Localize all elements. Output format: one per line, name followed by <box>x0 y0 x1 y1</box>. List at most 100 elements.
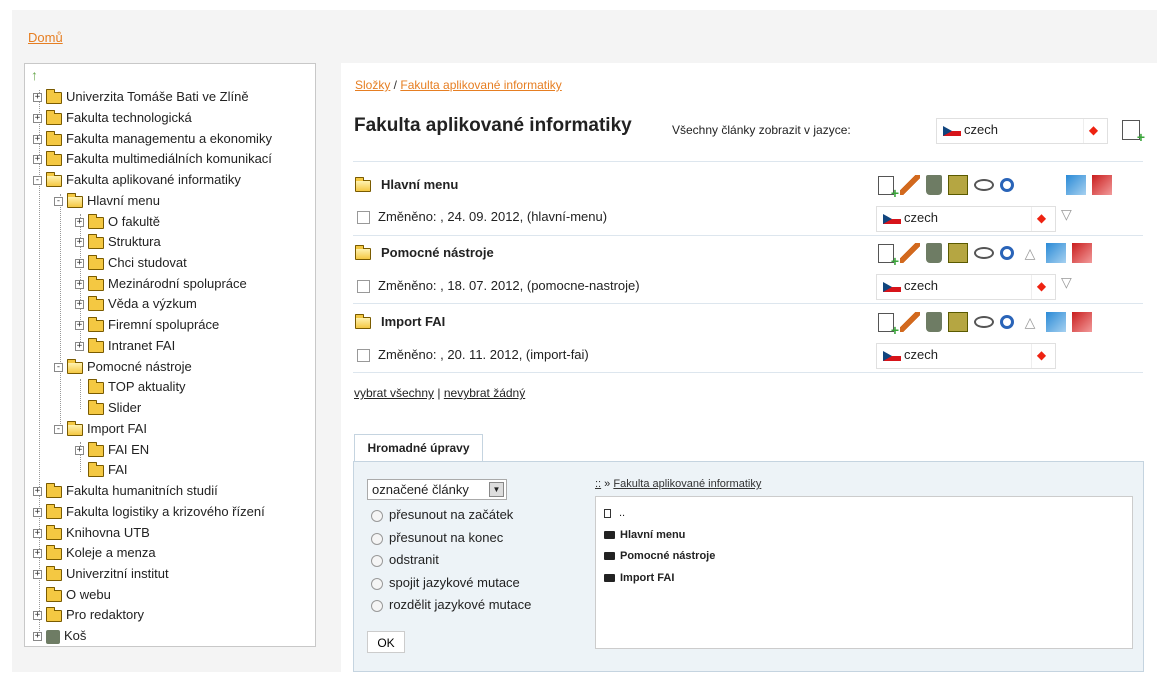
target-folder-item[interactable]: Hlavní menu <box>604 529 685 541</box>
article-language-select[interactable]: czech ◆ <box>876 206 1056 232</box>
tree-item[interactable]: + Koleje a menza <box>33 543 156 563</box>
tree-item-label[interactable]: Slider <box>108 400 141 415</box>
section-title[interactable]: Import FAI <box>355 313 445 329</box>
article-checkbox[interactable] <box>357 280 370 294</box>
collapse-toggle-icon[interactable]: - <box>33 176 42 186</box>
radio-button[interactable] <box>371 509 383 522</box>
tree-item[interactable]: + Věda a výzkum <box>75 294 197 314</box>
move-up-icon[interactable]: △ <box>1020 243 1040 263</box>
breadcrumb-folders-link[interactable]: Složky <box>355 78 390 92</box>
remove-icon[interactable] <box>1092 175 1112 195</box>
tree-item[interactable]: Slider <box>75 398 141 418</box>
expand-toggle-icon[interactable]: + <box>33 529 42 539</box>
radio-button[interactable] <box>371 554 383 567</box>
select-none-link[interactable]: nevybrat žádný <box>444 386 525 400</box>
view-eye-icon[interactable] <box>974 316 994 328</box>
expand-toggle-icon[interactable]: + <box>33 632 42 642</box>
target-folder-item[interactable]: Pomocné nástroje <box>604 550 715 562</box>
tree-item-label[interactable]: Věda a výzkum <box>108 296 197 311</box>
tree-item[interactable]: + Chci studovat <box>75 253 187 273</box>
target-parent-item[interactable]: .. <box>604 507 625 519</box>
target-item-label[interactable]: .. <box>619 507 625 519</box>
expand-toggle-icon[interactable]: + <box>33 93 42 103</box>
tree-item-label[interactable]: Koš <box>64 628 86 643</box>
dropdown-arrow-icon[interactable]: ◆ <box>1031 207 1051 231</box>
home-link[interactable]: Domů <box>28 30 63 45</box>
edit-pencil-icon[interactable] <box>900 175 920 195</box>
expand-toggle-icon[interactable]: + <box>75 300 84 310</box>
bulk-option[interactable]: spojit jazykové mutace <box>371 575 520 590</box>
dropdown-arrow-icon[interactable]: ◆ <box>1031 344 1051 368</box>
tree-item-label[interactable]: Fakulta humanitních studií <box>66 483 218 498</box>
expand-toggle-icon[interactable]: + <box>33 611 42 621</box>
tree-item[interactable]: + Pro redaktory <box>33 605 144 625</box>
view-eye-icon[interactable] <box>974 179 994 191</box>
tree-item-label[interactable]: Univerzita Tomáše Bati ve Zlíně <box>66 89 249 104</box>
expand-toggle-icon[interactable]: + <box>33 114 42 124</box>
tree-item[interactable]: + Fakulta managementu a ekonomiky <box>33 129 272 149</box>
tree-item[interactable]: + Univerzita Tomáše Bati ve Zlíně <box>33 87 249 107</box>
section-title-label[interactable]: Hlavní menu <box>381 177 458 192</box>
new-file-icon[interactable] <box>878 312 899 338</box>
tree-item-label[interactable]: Univerzitní institut <box>66 566 169 581</box>
article-language-select[interactable]: czech ◆ <box>876 274 1056 300</box>
collapse-toggle-icon[interactable]: - <box>54 197 63 207</box>
target-current-link[interactable]: Fakulta aplikované informatiky <box>613 478 761 490</box>
tree-item[interactable]: - Hlavní menu <box>54 191 160 211</box>
bulk-option[interactable]: přesunout na začátek <box>371 507 513 522</box>
article-checkbox[interactable] <box>357 349 370 363</box>
article-checkbox[interactable] <box>357 211 370 225</box>
view-eye-icon[interactable] <box>974 247 994 259</box>
search-icon[interactable] <box>1000 246 1014 260</box>
tree-item-label[interactable]: Struktura <box>108 234 161 249</box>
export-icon[interactable] <box>1046 312 1066 332</box>
radio-button[interactable] <box>371 577 383 590</box>
tree-item-label[interactable]: Hlavní menu <box>87 193 160 208</box>
tree-item[interactable]: FAI <box>75 460 128 480</box>
radio-button[interactable] <box>371 599 383 612</box>
expand-toggle-icon[interactable]: + <box>75 446 84 456</box>
edit-pencil-icon[interactable] <box>900 243 920 263</box>
collapse-toggle-icon[interactable]: - <box>54 363 63 373</box>
tree-item-label[interactable]: Fakulta managementu a ekonomiky <box>66 131 272 146</box>
bulk-option[interactable]: odstranit <box>371 552 439 567</box>
tree-item-label[interactable]: Chci studovat <box>108 255 187 270</box>
ok-button[interactable]: OK <box>367 631 405 653</box>
expand-toggle-icon[interactable]: + <box>75 321 84 331</box>
search-icon[interactable] <box>1000 315 1014 329</box>
select-all-link[interactable]: vybrat všechny <box>354 386 434 400</box>
tree-item[interactable]: + O fakultě <box>75 212 160 232</box>
tree-item[interactable]: + Fakulta multimediálních komunikací <box>33 149 272 169</box>
tree-item-label[interactable]: Fakulta technologická <box>66 110 192 125</box>
expand-toggle-icon[interactable]: + <box>33 549 42 559</box>
up-arrow-icon[interactable]: ↑ <box>31 67 38 83</box>
tree-item[interactable]: + Koš <box>33 626 86 646</box>
delete-trash-icon[interactable] <box>926 175 942 195</box>
tree-item-label[interactable]: Mezinárodní spolupráce <box>108 276 247 291</box>
tree-item[interactable]: TOP aktuality <box>75 377 186 397</box>
tree-item[interactable]: + Intranet FAI <box>75 336 175 356</box>
target-item-label[interactable]: Hlavní menu <box>620 529 685 541</box>
tree-item[interactable]: + Struktura <box>75 232 161 252</box>
collapse-toggle-icon[interactable]: - <box>54 425 63 435</box>
target-item-label[interactable]: Import FAI <box>620 572 674 584</box>
new-file-icon[interactable] <box>878 175 899 201</box>
tree-item-label[interactable]: Firemní spolupráce <box>108 317 219 332</box>
expand-toggle-icon[interactable]: + <box>75 238 84 248</box>
expand-toggle-icon[interactable]: + <box>33 508 42 518</box>
tree-item-label[interactable]: Import FAI <box>87 421 147 436</box>
tab-bulk-edit[interactable]: Hromadné úpravy <box>354 434 483 463</box>
delete-trash-icon[interactable] <box>926 243 942 263</box>
section-title-label[interactable]: Pomocné nástroje <box>381 245 494 260</box>
tree-item[interactable]: - Fakulta aplikované informatiky <box>33 170 241 190</box>
tree-item[interactable]: + Fakulta humanitních studií <box>33 481 218 501</box>
dropdown-arrow-icon[interactable]: ◆ <box>1083 119 1103 143</box>
tree-item[interactable]: + Univerzitní institut <box>33 564 169 584</box>
expand-toggle-icon[interactable]: + <box>75 342 84 352</box>
tree-item-label[interactable]: FAI EN <box>108 442 149 457</box>
section-title-label[interactable]: Import FAI <box>381 314 445 329</box>
bulk-scope-select[interactable]: označené články ▼ <box>367 479 507 500</box>
language-select[interactable]: czech ◆ <box>936 118 1108 144</box>
move-icon[interactable] <box>948 175 968 195</box>
export-icon[interactable] <box>1066 175 1086 195</box>
